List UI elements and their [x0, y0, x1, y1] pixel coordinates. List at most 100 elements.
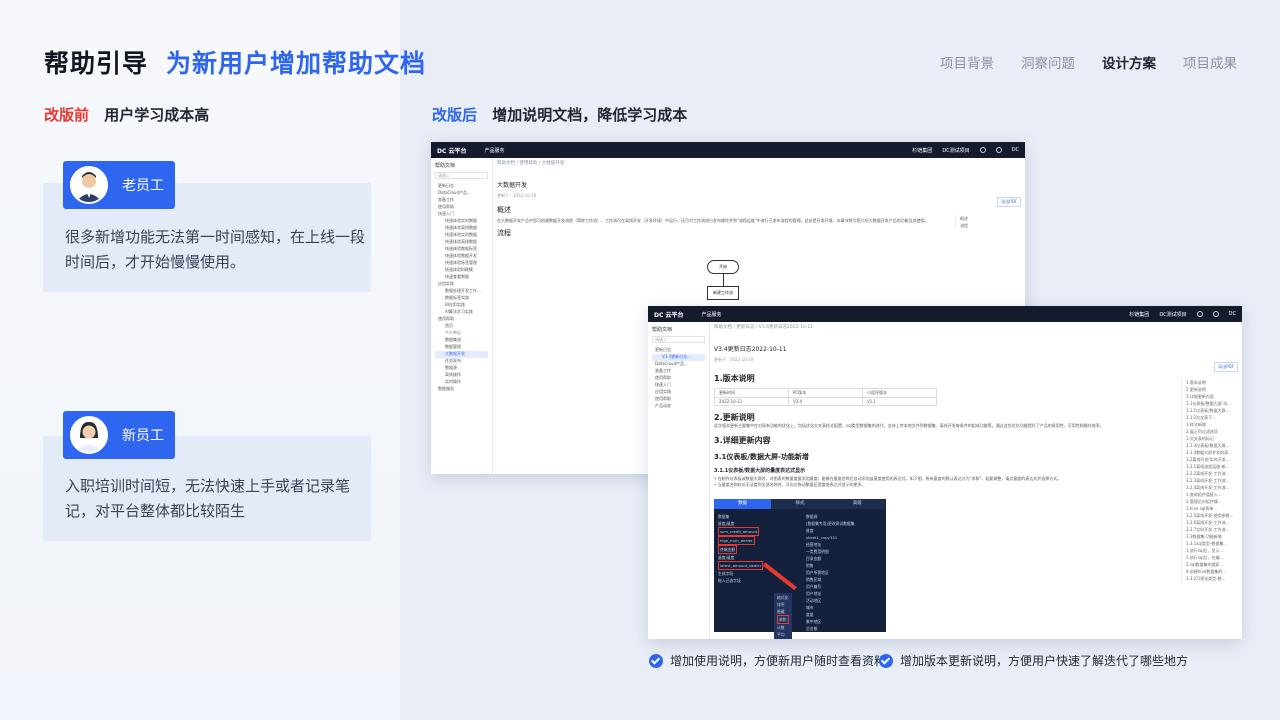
sidebar-item[interactable]: BI应用实践 [435, 302, 488, 309]
menu-item[interactable]: 计数 [777, 624, 789, 631]
toc-item[interactable]: 1.样式新增 [1186, 421, 1236, 428]
sidebar-item[interactable]: 使用帮助 [435, 204, 488, 211]
sidebar-item[interactable]: 快速体验离线数据 [435, 225, 488, 232]
editor-option[interactable]: 集中地区 [806, 618, 884, 625]
toc-item[interactable]: 3.3.2可视化类型-数... [1186, 575, 1236, 582]
nav-item-design[interactable]: 设计方案 [1102, 52, 1156, 72]
org-name[interactable]: 杉铠集团 [912, 147, 932, 154]
sidebar-item[interactable]: DataCloud产品... [435, 190, 488, 197]
toc-item[interactable]: 2.管理员对组件操... [1186, 498, 1236, 505]
sidebar-item[interactable]: 应用实践 [652, 389, 705, 396]
sidebar-item[interactable]: 准备工作 [652, 368, 705, 375]
app-logo[interactable]: DC 云平台 [437, 146, 466, 155]
sidebar-item[interactable]: DataCloud产品... [652, 361, 705, 368]
toc-item[interactable]: 3.2.4离线开发-工作流... [1186, 484, 1236, 491]
sidebar-item[interactable]: 快速体验实时数据 [435, 232, 488, 239]
sidebar-item[interactable]: 快速查看数据 [435, 274, 488, 281]
sidebar-item[interactable]: 快速体验数据开发 [435, 253, 488, 260]
sidebar-item[interactable]: 更新日志 [652, 347, 705, 354]
sidebar-item[interactable]: 数据管理 [435, 344, 488, 351]
editor-option[interactable]: 活动地区 [806, 597, 884, 604]
toc-item[interactable]: 3.2.5离线开发-使用参数... [1186, 512, 1236, 519]
sidebar-item[interactable]: 数据服务 [435, 386, 488, 393]
toc-item[interactable]: 3.sql数据集的搜索... [1186, 561, 1236, 568]
editor-option[interactable]: 度量 [806, 611, 884, 618]
menu-item[interactable]: 格式化 [777, 594, 789, 601]
org-name[interactable]: 杉铠集团 [1129, 311, 1149, 318]
app-logo[interactable]: DC 云平台 [654, 310, 683, 319]
editor-option[interactable]: 城市 [806, 604, 884, 611]
sidebar-search[interactable]: 请输入 [652, 336, 705, 343]
toc-item[interactable]: 4.创建hive数据集的... [1186, 568, 1236, 575]
sidebar-item[interactable]: V3.4更新日志... [652, 354, 705, 361]
sidebar-item[interactable]: 快速体验离线数据 [435, 239, 488, 246]
toc-item[interactable]: 3.1.4数据大屏并发的表... [1186, 449, 1236, 456]
sidebar-item[interactable]: 数据集成 [435, 337, 488, 344]
sidebar-item[interactable]: 数据标签实践 [435, 295, 488, 302]
bell-icon[interactable] [995, 147, 1002, 153]
editor-field[interactable]: latest_amount_dealer [718, 561, 800, 570]
tab-advanced[interactable]: 高级 [829, 499, 886, 509]
editor-option[interactable]: 一类费用明细 [806, 548, 884, 555]
sidebar-item[interactable]: 个人中心 [435, 330, 488, 337]
nav-item-background[interactable]: 项目背景 [940, 52, 994, 72]
editor-field[interactable]: sum_credit_amount [718, 527, 800, 536]
sidebar-item[interactable]: 产品动态 [652, 403, 705, 410]
sidebar-item[interactable]: 快速体验BI建模 [435, 267, 488, 274]
export-pdf-button[interactable]: 导出PDF [1214, 362, 1238, 372]
export-pdf-button[interactable]: 导出PDF [997, 197, 1021, 207]
sidebar-item[interactable]: 更新日志 [435, 183, 488, 190]
toc-item[interactable]: 2.执行sql后，在编... [1186, 554, 1236, 561]
sidebar-item[interactable]: 快速体验实时数据 [435, 218, 488, 225]
editor-option[interactable]: 销售区域 [806, 576, 884, 583]
editor-option[interactable]: 用户所需地区 [806, 569, 884, 576]
menu-item[interactable]: 隐藏 [777, 608, 789, 615]
editor-option[interactable]: 经营地址 [806, 541, 884, 548]
bell-icon[interactable] [1212, 311, 1219, 317]
sidebar-item[interactable]: 快速体验数据标签 [435, 246, 488, 253]
toc-item[interactable]: 3.3.1sql类型-数据集... [1186, 540, 1236, 547]
toc-item[interactable]: 3.2.3离线开发-工作流... [1186, 477, 1236, 484]
user-avatar[interactable]: DC [1012, 147, 1019, 153]
sidebar-item[interactable]: 准备工作 [435, 197, 488, 204]
editor-option[interactable]: 目录金额 [806, 555, 884, 562]
sidebar-item[interactable]: 离线操作 [435, 372, 488, 379]
product-menu[interactable]: 产品服务 [484, 147, 504, 154]
help-icon[interactable] [1196, 311, 1203, 317]
toc-item[interactable]: 3.1.3仪表板/数据大屏... [1186, 442, 1236, 449]
nav-item-result[interactable]: 项目成果 [1183, 52, 1237, 72]
editor-field[interactable]: 生成字段 [718, 570, 800, 577]
sidebar-item[interactable]: 任务发布 [435, 358, 488, 365]
toc-item[interactable]: 3.2.1离线流程运维-新... [1186, 463, 1236, 470]
product-menu[interactable]: 产品服务 [701, 311, 721, 318]
menu-item[interactable]: 排序 [777, 601, 789, 608]
editor-option[interactable]: sheet1_copy331 [806, 534, 884, 541]
sidebar-item[interactable]: 使用帮助 [652, 396, 705, 403]
editor-option[interactable]: 销售 [806, 562, 884, 569]
project-name[interactable]: DC测试项目 [942, 147, 969, 154]
toc-item[interactable]: 3.交叉表的标记 [1186, 435, 1236, 442]
sidebar-item[interactable]: 数据源 [435, 365, 488, 372]
editor-option[interactable]: 总金额 [806, 625, 884, 632]
toc-item[interactable]: 3.详细更新内容 [1186, 393, 1236, 400]
sidebar-item[interactable]: 快速体验标签管理 [435, 260, 488, 267]
toc-item[interactable]: 3.2.2离线开发-工作流... [1186, 470, 1236, 477]
toc-item[interactable]: 1.查询组件值接入... [1186, 491, 1236, 498]
toc-item[interactable]: 3.hive sql表单... [1186, 505, 1236, 512]
toc-item[interactable]: 概述 [960, 215, 995, 222]
toc-item[interactable]: 3.2.6离线开发-工作流... [1186, 519, 1236, 526]
toc-item[interactable]: 3.2.7实时开发-工作流... [1186, 526, 1236, 533]
editor-option[interactable]: 用户地址 [806, 590, 884, 597]
nav-item-insight[interactable]: 洞察问题 [1021, 52, 1075, 72]
editor-option[interactable]: 维度 [806, 527, 884, 534]
tab-style[interactable]: 样式 [771, 499, 828, 509]
sidebar-item[interactable]: 数据处理开发工作... [435, 288, 488, 295]
toc-item[interactable]: 1.版本说明 [1186, 379, 1236, 386]
sidebar-item[interactable]: 首页 [435, 323, 488, 330]
sidebar-item[interactable]: 快速入门 [435, 211, 488, 218]
toc-item[interactable]: 3.1.2交叉表下... [1186, 414, 1236, 421]
sidebar-search[interactable]: 请输入 [435, 172, 488, 179]
editor-option[interactable]: 数据源 [806, 513, 884, 520]
toc-item[interactable]: 流程 [960, 222, 995, 229]
editor-field[interactable]: 维度/量度 [718, 520, 800, 527]
